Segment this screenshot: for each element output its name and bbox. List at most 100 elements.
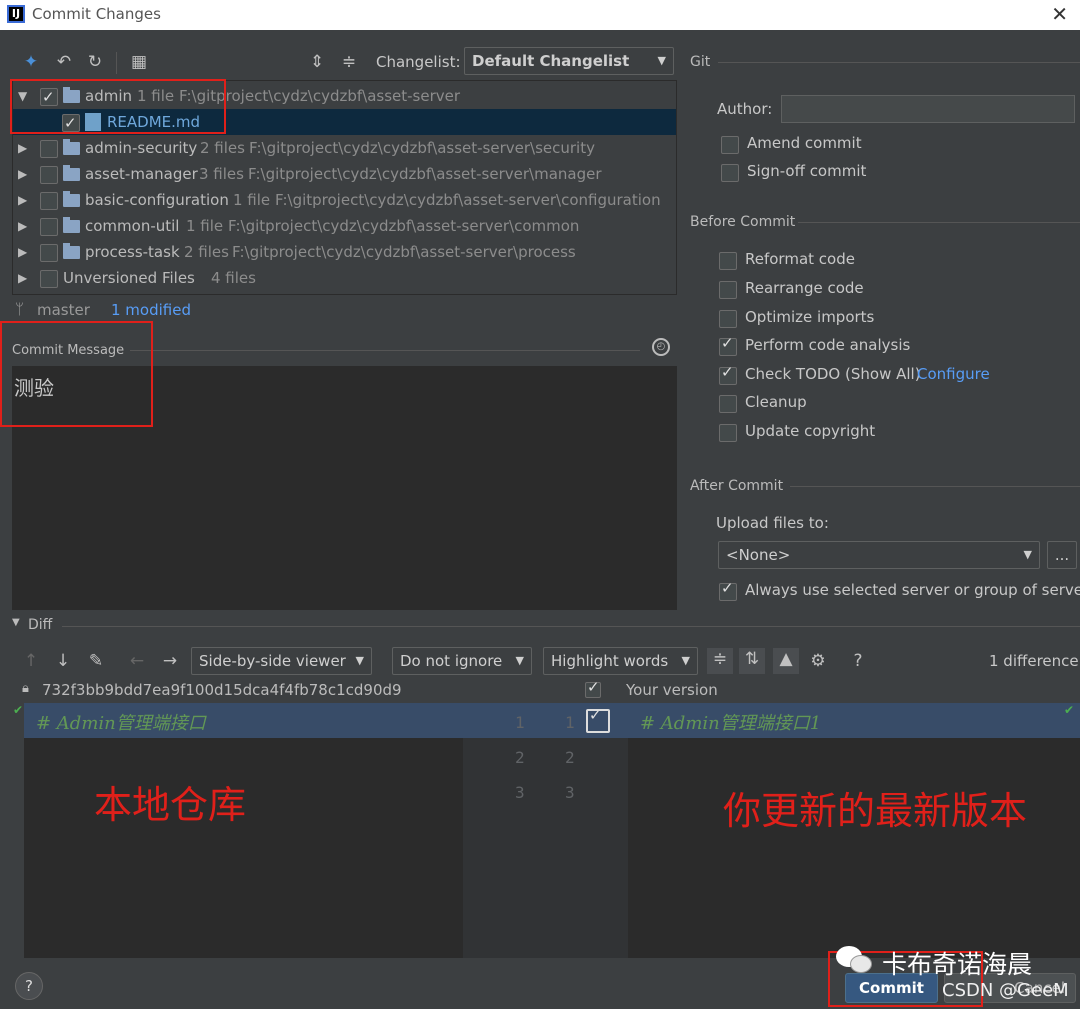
tree-row-process-task[interactable]: ▶ process-task 2 files F:\gitproject\cyd… <box>13 239 676 265</box>
left-diff-pane[interactable]: # Admin管理端接口 ✔ <box>12 703 463 958</box>
sync-scroll-icon[interactable]: ⇅ <box>739 648 765 674</box>
file-count: 2 files <box>200 139 245 157</box>
module-folder-icon <box>63 139 80 155</box>
module-checkbox[interactable] <box>40 166 58 184</box>
right-line-number: 3 <box>565 783 575 802</box>
settings-gear-icon[interactable]: ⚙ <box>807 650 829 672</box>
collapsed-triangle-icon[interactable]: ▶ <box>18 213 27 239</box>
collapsed-triangle-icon[interactable]: ▶ <box>18 239 27 265</box>
perform-code-analysis-option[interactable]: Perform code analysis <box>719 334 1019 358</box>
edit-source-icon[interactable]: ✎ <box>85 650 107 672</box>
left-code-line: # Admin管理端接口 <box>36 713 206 734</box>
apply-change-checkbox[interactable] <box>586 706 610 733</box>
signoff-checkbox[interactable] <box>721 164 739 182</box>
next-difference-icon[interactable]: ↓ <box>52 650 74 672</box>
module-checkbox[interactable] <box>40 192 58 210</box>
optimize-imports-option[interactable]: Optimize imports <box>719 308 1019 330</box>
whitespace-select[interactable]: Do not ignore ▼ <box>392 647 532 675</box>
before-commit-label: Before Commit <box>690 214 796 230</box>
diff-arrows-icon[interactable]: ✦ <box>20 51 42 73</box>
chevron-down-icon: ▼ <box>681 654 690 667</box>
option-label: Reformat code <box>745 250 855 268</box>
line-number-gutter: 1 2 3 1 2 3 <box>463 703 628 958</box>
option-checkbox[interactable] <box>719 363 737 385</box>
module-checkbox[interactable] <box>40 140 58 158</box>
reformat-code-option[interactable]: Reformat code <box>719 250 1019 272</box>
collapse-diff-icon[interactable]: ▼ <box>12 617 20 628</box>
browse-servers-button[interactable]: ... <box>1047 541 1077 569</box>
close-icon[interactable]: ✕ <box>1051 2 1068 26</box>
module-name: asset-manager <box>85 165 198 183</box>
amend-checkbox[interactable] <box>721 136 739 154</box>
collapsed-triangle-icon[interactable]: ▶ <box>18 135 27 161</box>
group-by-icon[interactable]: ▦ <box>128 51 150 73</box>
changelist-select[interactable]: Default Changelist ▼ <box>464 47 674 75</box>
chevron-down-icon: ▼ <box>355 654 364 667</box>
tree-row-unversioned[interactable]: ▶ Unversioned Files 4 files <box>13 265 676 291</box>
update-copyright-option[interactable]: Update copyright <box>719 422 1019 444</box>
option-checkbox[interactable] <box>719 424 737 442</box>
cleanup-option[interactable]: Cleanup <box>719 393 1019 415</box>
highlight-box-admin <box>10 79 226 134</box>
option-checkbox[interactable] <box>719 252 737 270</box>
right-line-number: 1 <box>565 713 575 732</box>
always-use-server-option[interactable]: Always use selected server or group of s… <box>719 581 1080 603</box>
refresh-icon[interactable]: ↻ <box>84 51 106 73</box>
option-label: Optimize imports <box>745 308 875 326</box>
collapsed-triangle-icon[interactable]: ▶ <box>18 161 27 187</box>
collapsed-triangle-icon[interactable]: ▶ <box>18 265 27 291</box>
tree-row-asset-manager[interactable]: ▶ asset-manager 3 files F:\gitproject\cy… <box>13 161 676 187</box>
diff-help-icon[interactable]: ? <box>847 650 869 672</box>
tree-row-admin-security[interactable]: ▶ admin-security 2 files F:\gitproject\c… <box>13 135 676 161</box>
check-mark-icon: ✔ <box>13 703 24 717</box>
option-checkbox[interactable] <box>719 281 737 299</box>
history-clock-icon[interactable]: ◴ <box>652 338 670 356</box>
option-checkbox[interactable] <box>719 395 737 413</box>
signoff-commit-option[interactable]: Sign-off commit <box>721 162 921 184</box>
configure-link[interactable]: Configure <box>917 365 990 383</box>
include-changes-checkbox[interactable] <box>585 678 601 698</box>
difference-count: 1 difference <box>989 652 1079 670</box>
unversioned-checkbox[interactable] <box>40 270 58 288</box>
module-checkbox[interactable] <box>40 244 58 262</box>
amend-commit-option[interactable]: Amend commit <box>721 134 921 156</box>
tree-row-basic-configuration[interactable]: ▶ basic-configuration 1 file F:\gitproje… <box>13 187 676 213</box>
collapse-unchanged-icon[interactable]: ≑ <box>707 648 733 674</box>
right-code-line: # Admin管理端接口1 <box>640 713 822 734</box>
tree-row-common-util[interactable]: ▶ common-util 1 file F:\gitproject\cydz\… <box>13 213 676 239</box>
left-scrollbar-gutter[interactable] <box>12 703 24 958</box>
collapsed-triangle-icon[interactable]: ▶ <box>18 187 27 213</box>
expand-all-icon[interactable]: ⇕ <box>306 51 328 73</box>
watermark-csdn: CSDN @GeeM <box>942 980 1069 1001</box>
highlight-select[interactable]: Highlight words ▼ <box>543 647 698 675</box>
left-line-number: 2 <box>515 748 525 767</box>
collapse-all-icon[interactable]: ≑ <box>338 51 360 73</box>
branch-name[interactable]: master <box>37 301 90 319</box>
author-label: Author: <box>717 100 773 118</box>
help-button[interactable]: ? <box>15 972 43 1000</box>
section-divider <box>130 350 640 351</box>
rollback-icon[interactable]: ↶ <box>53 51 75 73</box>
check-todo-option[interactable]: Check TODO (Show All) Configure <box>719 363 1019 387</box>
module-checkbox[interactable] <box>40 218 58 236</box>
section-divider <box>718 62 1080 63</box>
right-version-title: Your version <box>626 681 718 699</box>
viewer-mode-select[interactable]: Side-by-side viewer ▼ <box>191 647 372 675</box>
prev-file-icon[interactable]: ← <box>126 650 148 672</box>
modified-count[interactable]: 1 modified <box>111 301 191 319</box>
changelist-value: Default Changelist <box>472 52 630 70</box>
lock-icon[interactable]: ▲ <box>773 648 799 674</box>
option-checkbox[interactable] <box>719 310 737 328</box>
module-folder-icon <box>63 191 80 207</box>
option-checkbox[interactable] <box>719 581 737 601</box>
amend-label: Amend commit <box>747 134 862 152</box>
next-file-icon[interactable]: → <box>159 650 181 672</box>
intellij-app-icon: IJ <box>7 5 25 23</box>
rearrange-code-option[interactable]: Rearrange code <box>719 279 1019 301</box>
option-checkbox[interactable] <box>719 334 737 356</box>
window-title: Commit Changes <box>32 5 161 23</box>
upload-server-select[interactable]: <None> ▼ <box>718 541 1040 569</box>
annotation-latest-version: 你更新的最新版本 <box>723 789 1028 833</box>
prev-difference-icon[interactable]: ↑ <box>20 650 42 672</box>
author-input[interactable] <box>781 95 1075 123</box>
